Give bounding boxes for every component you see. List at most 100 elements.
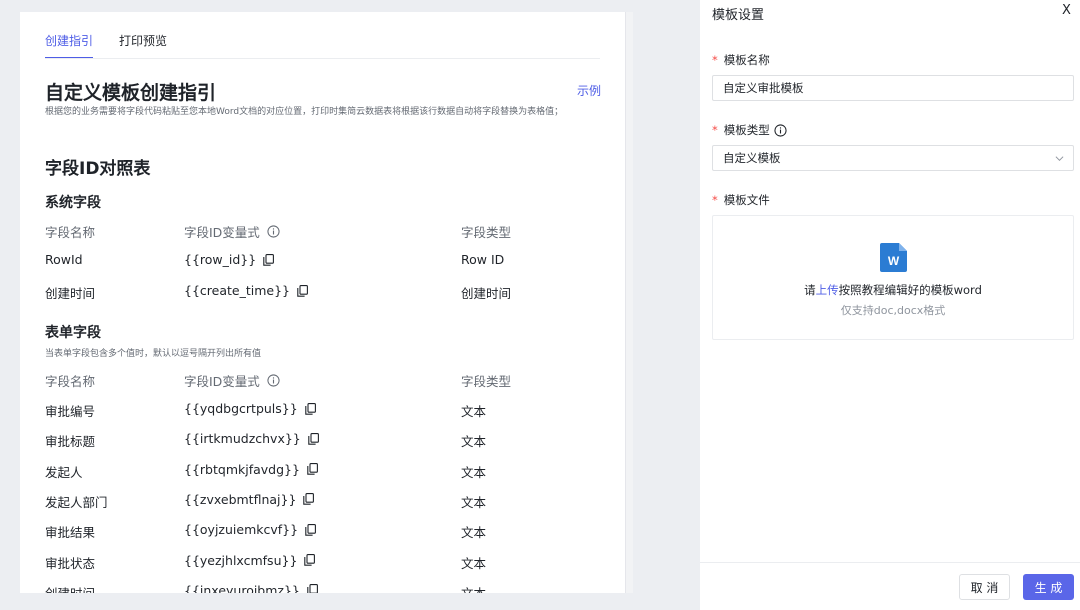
chevron-down-icon [1055, 156, 1064, 162]
info-icon[interactable] [267, 225, 280, 238]
template-type-select[interactable]: 自定义模板 [712, 145, 1074, 171]
template-type-label: * 模板类型 [712, 122, 787, 138]
field-name: 创建时间 [45, 286, 96, 301]
field-var: {{oyjzuiemkcvf}} [184, 522, 317, 538]
field-var: {{irtkmudzchvx}} [184, 431, 319, 446]
table-row: RowId {{row_id}} Row ID [45, 252, 605, 272]
field-name: 审批状态 [45, 555, 96, 571]
footer-divider [700, 562, 1080, 563]
col-field-var: 字段ID变量式 [184, 222, 280, 241]
field-var: {{inxeyuroibmz}} [184, 583, 318, 593]
copy-icon[interactable] [263, 253, 275, 266]
template-file-label: * 模板文件 [712, 192, 770, 208]
info-icon[interactable] [267, 374, 280, 387]
form-fields-note: 当表单字段包含多个值时，默认以逗号隔开列出所有值 [45, 349, 262, 359]
field-type: 文本 [461, 434, 487, 450]
field-var-text: {{row_id}} [184, 252, 257, 267]
field-var: {{yezjhlxcmfsu}} [184, 552, 316, 568]
field-var-text: {{rbtqmkjfavdg}} [184, 461, 300, 477]
form-table-header: 字段名称 字段ID变量式 字段类型 [45, 371, 605, 391]
field-type: 文本 [461, 583, 486, 593]
template-name-label: * 模板名称 [712, 52, 770, 68]
table-row: 审批编号 {{yqdbgcrtpuls}} 文本 [45, 401, 605, 421]
field-type: 文本 [461, 494, 487, 510]
generate-button[interactable]: 生 成 [1023, 574, 1074, 600]
field-var-text: {{irtkmudzchvx}} [184, 431, 301, 447]
table-row: 审批标题 {{irtkmudzchvx}} 文本 [45, 431, 605, 451]
tab-bar: 创建指引 打印预览 [45, 32, 167, 59]
template-type-value: 自定义模板 [723, 151, 781, 165]
table-row: 审批结果 {{oyjzuiemkcvf}} 文本 [45, 522, 605, 542]
table-row: 创建时间 {{create_time}} 创建时间 [45, 283, 605, 303]
field-type: 文本 [461, 525, 487, 541]
upload-format-hint: 仅支持doc,docx格式 [840, 304, 946, 317]
guide-card: 创建指引 打印预览 自定义模板创建指引 示例 根据您的业务需要将字段代码粘贴至您… [20, 12, 632, 593]
field-name: 发起人部门 [45, 494, 108, 510]
field-name: 审批结果 [45, 525, 96, 541]
field-var-text: {{oyjzuiemkcvf}} [184, 522, 299, 538]
template-name-label-text: 模板名称 [723, 53, 770, 67]
required-mark: * [712, 53, 718, 67]
copy-icon[interactable] [307, 463, 318, 475]
upload-instruction: 请上传按照教程编辑好的模板word [713, 282, 1073, 298]
required-mark: * [712, 193, 718, 207]
example-link[interactable]: 示例 [577, 82, 601, 99]
field-var: {{yqdbgcrtpuls}} [184, 401, 316, 416]
copy-icon[interactable] [308, 432, 319, 445]
upload-dropzone[interactable]: W 请上传按照教程编辑好的模板word 仅支持doc,docx格式 [712, 215, 1074, 340]
close-button[interactable]: X [1062, 3, 1071, 18]
tab-print-preview[interactable]: 打印预览 [119, 32, 167, 59]
field-var: {{zvxebmtflnaj}} [184, 491, 315, 507]
table-row: 发起人 {{rbtqmkjfavdg}} 文本 [45, 462, 605, 482]
field-name: 审批标题 [45, 434, 96, 450]
copy-icon[interactable] [297, 284, 308, 297]
field-table-title: 字段ID对照表 [45, 159, 151, 179]
template-file-label-text: 模板文件 [723, 193, 770, 207]
field-var-text: {{yqdbgcrtpuls}} [184, 401, 298, 416]
field-var-text: {{inxeyuroibmz}} [184, 582, 300, 593]
system-fields-title: 系统字段 [45, 195, 101, 211]
col-field-var: 字段ID变量式 [184, 371, 280, 390]
field-var-text: {{create_time}} [184, 283, 290, 298]
field-name: 审批编号 [45, 404, 96, 419]
col-field-type: 字段类型 [461, 374, 512, 389]
tab-divider [45, 58, 600, 59]
col-field-name: 字段名称 [45, 374, 96, 389]
copy-icon[interactable] [303, 493, 315, 506]
upload-prefix: 请 [804, 283, 816, 297]
col-field-var-label: 字段ID变量式 [184, 225, 260, 240]
field-type: 文本 [461, 404, 487, 419]
panel-title: 模板设置 [712, 8, 765, 23]
col-field-type: 字段类型 [461, 225, 512, 240]
table-row: 创建时间 {{inxeyuroibmz}} 文本 [45, 583, 605, 593]
field-type: 文本 [461, 464, 487, 480]
field-var-text: {{yezjhlxcmfsu}} [184, 552, 298, 568]
template-name-input[interactable] [712, 75, 1074, 101]
field-name: 创建时间 [45, 583, 95, 593]
col-field-var-label: 字段ID变量式 [184, 374, 260, 389]
field-type: 创建时间 [461, 286, 512, 301]
field-var-text: {{zvxebmtflnaj}} [184, 491, 297, 507]
system-table-header: 字段名称 字段ID变量式 字段类型 [45, 222, 605, 242]
word-file-icon: W [880, 243, 907, 272]
scrollbar[interactable] [625, 12, 633, 593]
cancel-button[interactable]: 取 消 [959, 574, 1010, 600]
guide-description: 根据您的业务需要将字段代码粘贴至您本地Word文档的对应位置，打印时集简云数据表… [45, 107, 564, 117]
table-row: 审批状态 {{yezjhlxcmfsu}} 文本 [45, 553, 605, 573]
template-type-label-text: 模板类型 [723, 123, 770, 137]
upload-link[interactable]: 上传 [816, 283, 839, 297]
field-name: 发起人 [45, 464, 83, 480]
required-mark: * [712, 123, 718, 137]
copy-icon[interactable] [304, 554, 316, 566]
template-settings-panel: 模板设置 X * 模板名称 * 模板类型 自定义模板 * 模板文件 W 请上传按… [700, 0, 1080, 610]
table-row: 发起人部门 {{zvxebmtflnaj}} 文本 [45, 492, 605, 512]
field-type: 文本 [461, 555, 487, 571]
form-fields-title: 表单字段 [45, 325, 101, 341]
svg-text:W: W [888, 254, 900, 268]
info-icon[interactable] [774, 123, 787, 137]
copy-icon[interactable] [304, 402, 316, 415]
copy-icon[interactable] [307, 584, 318, 593]
copy-icon[interactable] [305, 523, 317, 536]
tab-create-guide[interactable]: 创建指引 [45, 32, 94, 59]
field-var: {{create_time}} [184, 283, 308, 298]
